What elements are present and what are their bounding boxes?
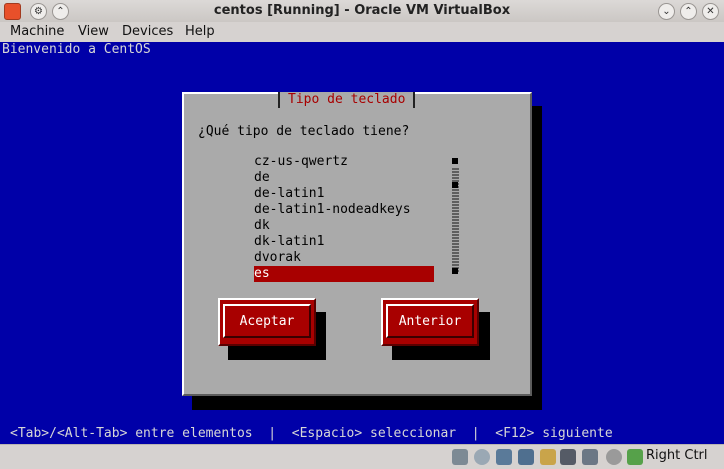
- list-item[interactable]: dk: [254, 218, 434, 234]
- display-icon[interactable]: [560, 449, 576, 465]
- scroll-thumb[interactable]: [452, 182, 458, 188]
- usb-icon[interactable]: [496, 449, 512, 465]
- vm-console[interactable]: Bienvenido a CentOS Tipo de teclado ¿Qué…: [0, 42, 724, 444]
- welcome-text: Bienvenido a CentOS: [2, 42, 151, 57]
- menu-bar: Machine View Devices Help: [0, 22, 724, 42]
- back-button-label: Anterior: [398, 314, 462, 329]
- menu-machine[interactable]: Machine: [10, 24, 64, 39]
- maximize-button[interactable]: ⌃: [680, 3, 697, 20]
- accept-button[interactable]: Aceptar: [218, 298, 316, 346]
- host-key-label: Right Ctrl: [646, 448, 708, 463]
- list-item[interactable]: dvorak: [254, 250, 434, 266]
- list-item[interactable]: cz-us-qwertz: [254, 154, 434, 170]
- menu-devices[interactable]: Devices: [122, 24, 173, 39]
- status-bar: Right Ctrl: [0, 444, 724, 469]
- keyboard-dialog: Tipo de teclado ¿Qué tipo de teclado tie…: [182, 92, 532, 396]
- help-line: <Tab>/<Alt-Tab> entre elementos | <Espac…: [10, 426, 613, 441]
- network-icon[interactable]: [518, 449, 534, 465]
- optical-drive-icon[interactable]: [474, 449, 490, 465]
- hard-disk-icon[interactable]: [452, 449, 468, 465]
- scroll-up-marker: [452, 158, 458, 164]
- list-item[interactable]: de: [254, 170, 434, 186]
- list-item[interactable]: de-latin1: [254, 186, 434, 202]
- host-key-icon[interactable]: [627, 449, 643, 465]
- close-button[interactable]: ✕: [702, 3, 719, 20]
- mouse-integration-icon[interactable]: [606, 449, 622, 465]
- menu-view[interactable]: View: [78, 24, 109, 39]
- list-scrollbar[interactable]: [451, 156, 460, 280]
- window-titlebar: ⚙ ⌃ centos [Running] - Oracle VM Virtual…: [0, 0, 724, 23]
- list-item[interactable]: dk-latin1: [254, 234, 434, 250]
- back-button[interactable]: Anterior: [381, 298, 479, 346]
- capture-icon[interactable]: [582, 449, 598, 465]
- dialog-title: Tipo de teclado: [278, 92, 416, 108]
- minimize-button[interactable]: ⌄: [658, 3, 675, 20]
- window-title: centos [Running] - Oracle VM VirtualBox: [213, 3, 511, 18]
- list-item-selected[interactable]: es: [254, 266, 434, 282]
- dialog-question: ¿Qué tipo de teclado tiene?: [198, 124, 410, 139]
- menu-help[interactable]: Help: [185, 24, 215, 39]
- scroll-down-marker: [452, 268, 458, 274]
- accept-button-label: Aceptar: [239, 314, 295, 329]
- shared-folders-icon[interactable]: [540, 449, 556, 465]
- list-item[interactable]: de-latin1-nodeadkeys: [254, 202, 434, 218]
